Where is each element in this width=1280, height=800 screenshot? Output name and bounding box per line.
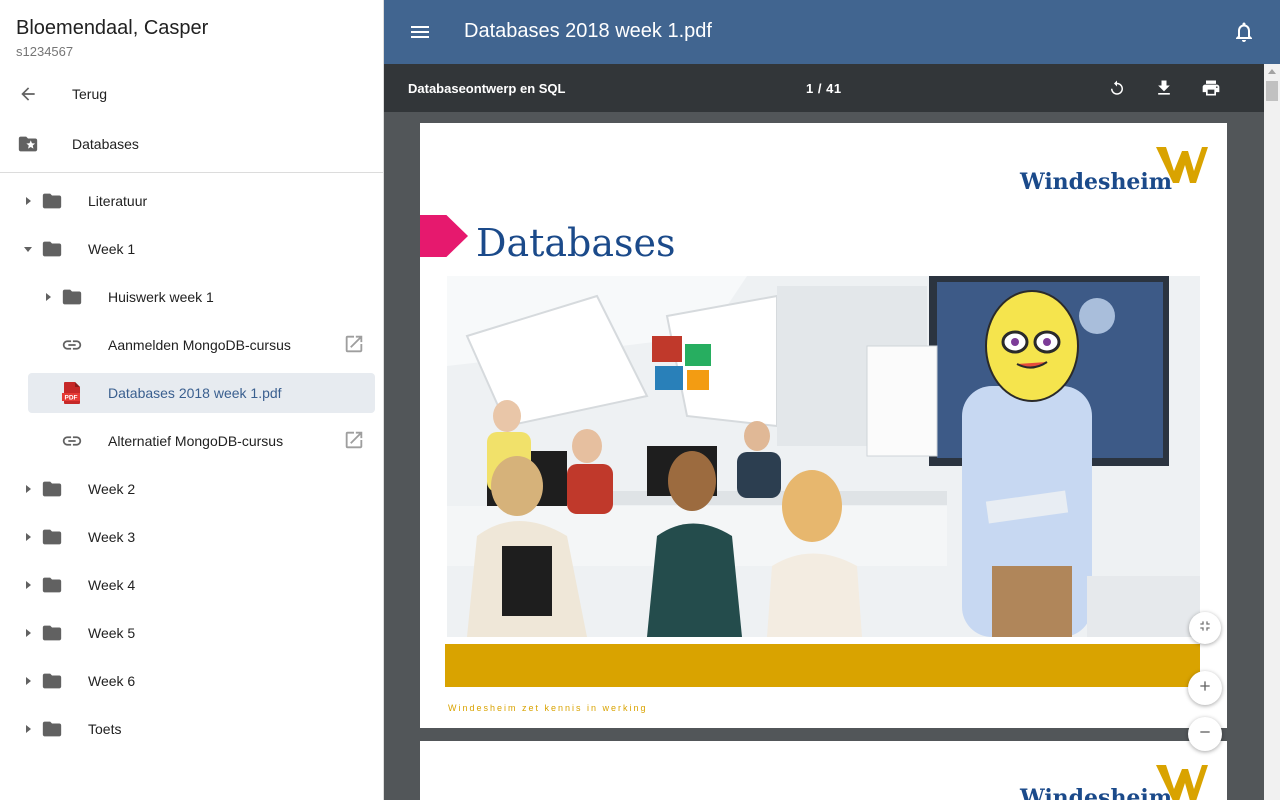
back-button[interactable]: Terug — [0, 70, 383, 118]
slide-tagline: Windesheim zet kennis in werking — [448, 703, 648, 713]
title-accent-flag — [420, 215, 468, 257]
link-icon — [60, 333, 84, 357]
tree-item-label: Alternatief MongoDB-cursus — [108, 433, 284, 449]
tree-item-aanmelden-mongodb[interactable]: Aanmelden MongoDB-cursus — [0, 321, 383, 369]
tree-item-label: Week 1 — [88, 241, 136, 257]
svg-text:PDF: PDF — [65, 395, 78, 402]
caret-right-icon[interactable] — [23, 484, 33, 494]
total-pages: 41 — [826, 81, 842, 96]
pdf-toolbar: Databaseontwerp en SQL 1 / 41 — [384, 64, 1264, 112]
sidebar-divider — [0, 172, 383, 173]
pdf-page-1: Windesheim Databases Windesheim zet kenn… — [420, 123, 1227, 728]
brand-w-mark — [1156, 147, 1208, 183]
user-name: Bloemendaal, Casper — [16, 17, 209, 39]
tree-item-label: Week 2 — [88, 481, 136, 497]
rotate-icon[interactable] — [1105, 76, 1129, 100]
folder-icon — [40, 525, 64, 549]
zoom-out-button[interactable] — [1188, 717, 1222, 751]
tree-item-alternatief-mongodb[interactable]: Alternatief MongoDB-cursus — [0, 417, 383, 465]
back-label: Terug — [72, 86, 108, 102]
fit-page-button[interactable] — [1189, 612, 1221, 644]
pdf-viewer[interactable]: Databaseontwerp en SQL 1 / 41 Windesheim… — [384, 64, 1280, 800]
slide-title: Databases — [476, 221, 676, 265]
page-separator: / — [817, 81, 822, 96]
tree-item-toets[interactable]: Toets — [0, 705, 383, 753]
brand-name: Windesheim — [1020, 169, 1173, 195]
folder-icon — [60, 285, 84, 309]
link-icon — [60, 429, 84, 453]
tree-item-label: Aanmelden MongoDB-cursus — [108, 337, 291, 353]
caret-down-icon[interactable] — [23, 244, 33, 254]
tree-item-week-5[interactable]: Week 5 — [0, 609, 383, 657]
footer-band — [445, 644, 1200, 687]
tree-item-label: Week 3 — [88, 529, 136, 545]
tree-item-label: Week 5 — [88, 625, 136, 641]
folder-icon — [40, 573, 64, 597]
caret-right-icon[interactable] — [23, 580, 33, 590]
folder-star-icon — [16, 132, 40, 156]
scroll-up-arrow-icon[interactable] — [1268, 69, 1276, 74]
folder-icon — [40, 717, 64, 741]
tree-item-label: Week 6 — [88, 673, 136, 689]
tree-item-week-4[interactable]: Week 4 — [0, 561, 383, 609]
pdf-file-icon: PDF — [60, 381, 84, 405]
sidebar: Bloemendaal, Casper s1234567 Terug Datab… — [0, 0, 384, 800]
tree-item-label: Databases 2018 week 1.pdf — [108, 385, 282, 401]
tree-item-databases-pdf[interactable]: PDF Databases 2018 week 1.pdf — [0, 372, 383, 420]
arrow-left-icon — [16, 82, 40, 106]
page-indicator: 1 / 41 — [806, 81, 842, 96]
course-label: Databases — [72, 136, 139, 152]
tree-item-label: Week 4 — [88, 577, 136, 593]
folder-icon — [40, 237, 64, 261]
app-bar-title: Databases 2018 week 1.pdf — [464, 20, 712, 42]
tree-item-label: Toets — [88, 721, 122, 737]
caret-right-icon[interactable] — [23, 628, 33, 638]
download-icon[interactable] — [1152, 76, 1176, 100]
bell-icon[interactable] — [1232, 20, 1256, 44]
zoom-in-icon — [1197, 678, 1213, 699]
caret-right-icon[interactable] — [23, 724, 33, 734]
menu-icon[interactable] — [408, 20, 432, 44]
fit-page-icon — [1197, 618, 1213, 639]
open-in-new-icon[interactable] — [343, 429, 365, 451]
folder-icon — [40, 621, 64, 645]
vertical-scrollbar[interactable] — [1264, 64, 1280, 800]
user-id: s1234567 — [16, 44, 74, 59]
tree-item-label: Literatuur — [88, 193, 148, 209]
tree-item-week-6[interactable]: Week 6 — [0, 657, 383, 705]
pdf-page-2: Windesheim — [420, 741, 1227, 800]
caret-right-icon[interactable] — [43, 292, 53, 302]
current-page[interactable]: 1 — [806, 81, 814, 96]
caret-right-icon[interactable] — [23, 676, 33, 686]
brand-w-mark — [1156, 765, 1208, 800]
folder-icon — [40, 669, 64, 693]
folder-icon — [40, 189, 64, 213]
scrollbar-thumb[interactable] — [1266, 81, 1278, 101]
classroom-photo — [447, 276, 1200, 637]
tree-item-label: Huiswerk week 1 — [108, 289, 214, 305]
caret-right-icon[interactable] — [23, 532, 33, 542]
print-icon[interactable] — [1199, 76, 1223, 100]
course-link-databases[interactable]: Databases — [0, 120, 383, 168]
tree-item-literatuur[interactable]: Literatuur — [0, 177, 383, 225]
app-bar: Databases 2018 week 1.pdf — [384, 0, 1280, 64]
tree-item-huiswerk-week-1[interactable]: Huiswerk week 1 — [0, 273, 383, 321]
zoom-in-button[interactable] — [1188, 671, 1222, 705]
caret-right-icon[interactable] — [23, 196, 33, 206]
tree-item-week-2[interactable]: Week 2 — [0, 465, 383, 513]
pdf-document-title: Databaseontwerp en SQL — [408, 81, 566, 96]
tree-item-week-1[interactable]: Week 1 — [0, 225, 383, 273]
brand-name: Windesheim — [1020, 785, 1173, 800]
zoom-out-icon — [1197, 724, 1213, 745]
folder-icon — [40, 477, 64, 501]
open-in-new-icon[interactable] — [343, 333, 365, 355]
tree-item-week-3[interactable]: Week 3 — [0, 513, 383, 561]
